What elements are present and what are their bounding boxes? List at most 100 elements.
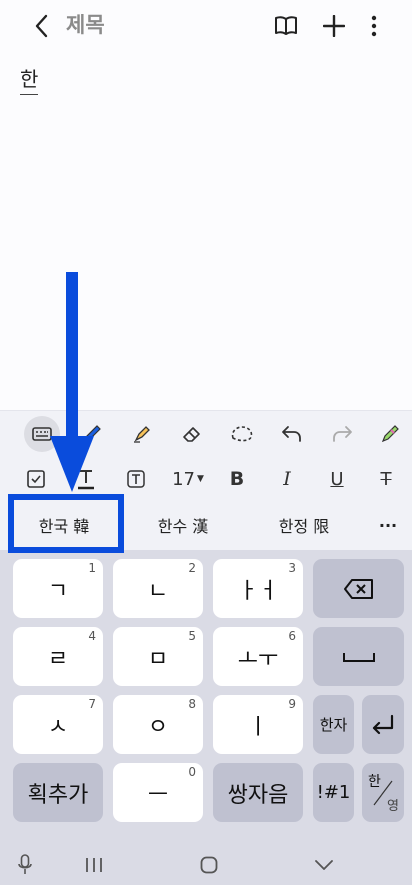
undo-icon [282,426,301,442]
key-giyeok[interactable]: ㄱ 1 [13,559,103,618]
hanja-label: 한자 [319,716,348,734]
key-number: 6 [288,629,296,643]
dropdown-triangle-icon: ▼ [196,474,204,484]
bold-button[interactable]: B [219,461,255,497]
key-label: ㅇ [147,714,169,740]
hanja-key[interactable]: 한자 [313,695,354,754]
key-label: ㄴ [147,578,169,604]
book-icon [275,16,297,35]
chevron-down-icon [315,860,333,870]
font-size-button[interactable]: 17 ▼ [166,461,210,497]
text-box-icon [127,470,145,488]
add-stroke-key[interactable]: 획추가 [13,763,103,822]
lasso-icon [231,426,253,442]
key-label: ㅗㅜ [237,646,279,672]
key-number: 8 [188,697,196,711]
backspace-key[interactable] [313,559,404,618]
key-number: 2 [188,561,196,575]
strikethrough-label: T [380,468,392,490]
space-key[interactable] [313,627,404,686]
highlighter-button[interactable] [124,416,160,452]
strikethrough-button[interactable]: T [368,461,404,497]
chevron-left-icon [35,14,48,38]
eraser-icon [183,427,200,442]
home-button[interactable] [184,845,234,885]
italic-label: I [283,468,291,490]
key-label: 쌍자음 [227,782,289,808]
korean-keyboard: ㄱ 1 ㄴ 2 ㅏㅓ 3 ㄹ 4 ㅁ 5 ㅗㅜ 6 ㅅ 7 ㅇ 8 ㅣ 9 한자… [0,550,412,845]
key-label: ㅣ [247,714,269,740]
microphone-icon [18,854,32,874]
enter-icon [372,714,394,734]
app-screen: 제목 한 17 ▼ B I U T 한국 韓 한수 漢 한정 限 ··· ㄱ 1… [0,0,412,885]
key-number: 9 [288,697,296,711]
app-header: 제목 [0,0,412,52]
key-rieul[interactable]: ㄹ 4 [13,627,103,686]
lang-bottom-label: 영 [387,799,399,814]
hide-keyboard-button[interactable] [299,845,349,885]
enter-key[interactable] [362,695,404,754]
space-icon [342,652,375,662]
key-number: 5 [188,629,196,643]
key-number: 4 [88,629,96,643]
key-label: ㅏㅓ [237,578,279,604]
key-nieun[interactable]: ㄴ 2 [113,559,203,618]
recent-apps-icon [86,858,102,872]
key-mieum[interactable]: ㅁ 5 [113,627,203,686]
key-label: ㅅ [47,714,69,740]
undo-button[interactable] [274,416,310,452]
key-number: 7 [88,697,96,711]
text-background-button[interactable] [118,461,154,497]
color-picker-icon [381,425,399,443]
annotation-highlight-box [8,494,124,553]
eraser-button[interactable] [174,416,210,452]
key-label: ㄹ [47,646,69,672]
back-button[interactable] [26,11,56,41]
checkbox-button[interactable] [18,461,54,497]
suggestion-item[interactable]: 한수 漢 [133,500,233,550]
redo-button[interactable] [324,416,360,452]
symbols-key[interactable]: !#1 [313,763,354,822]
key-eu[interactable]: ㅡ 0 [113,763,203,822]
home-icon [200,856,218,874]
key-label: ㅁ [147,646,169,672]
key-i[interactable]: ㅣ 9 [213,695,303,754]
double-consonant-key[interactable]: 쌍자음 [213,763,303,822]
suggestion-item[interactable]: 한정 限 [254,500,354,550]
key-label: 획추가 [27,782,89,808]
more-options-button[interactable] [358,10,390,42]
more-vertical-icon [371,15,377,37]
note-content[interactable]: 한 [20,64,39,95]
more-suggestions-button[interactable]: ··· [370,500,406,550]
recent-apps-button[interactable] [69,845,119,885]
key-number: 1 [88,561,96,575]
add-button[interactable] [318,10,350,42]
key-number: 3 [288,561,296,575]
plus-icon [323,15,345,37]
italic-button[interactable]: I [269,461,305,497]
bold-label: B [229,468,245,490]
key-label: ㅡ [147,782,169,808]
page-title: 제목 [66,13,105,37]
key-siot[interactable]: ㅅ 7 [13,695,103,754]
lasso-button[interactable] [224,416,260,452]
underline-button[interactable]: U [319,461,355,497]
highlighter-icon [134,426,150,443]
color-picker-button[interactable] [372,416,408,452]
font-size-value: 17 [172,468,195,490]
checkbox-icon [27,470,45,488]
reading-mode-button[interactable] [270,10,302,42]
key-o-u[interactable]: ㅗㅜ 6 [213,627,303,686]
backspace-icon [343,578,373,599]
key-number: 0 [188,765,196,779]
system-nav-bar [0,845,412,885]
key-ieung[interactable]: ㅇ 8 [113,695,203,754]
annotation-arrow-head [50,436,94,492]
voice-input-button[interactable] [0,845,50,885]
redo-icon [333,426,352,442]
language-switch-key[interactable]: 한 영 [362,763,404,822]
symbols-label: !#1 [316,782,351,803]
keyboard-icon [32,427,52,441]
underline-label: U [330,468,344,490]
key-a-eo[interactable]: ㅏㅓ 3 [213,559,303,618]
